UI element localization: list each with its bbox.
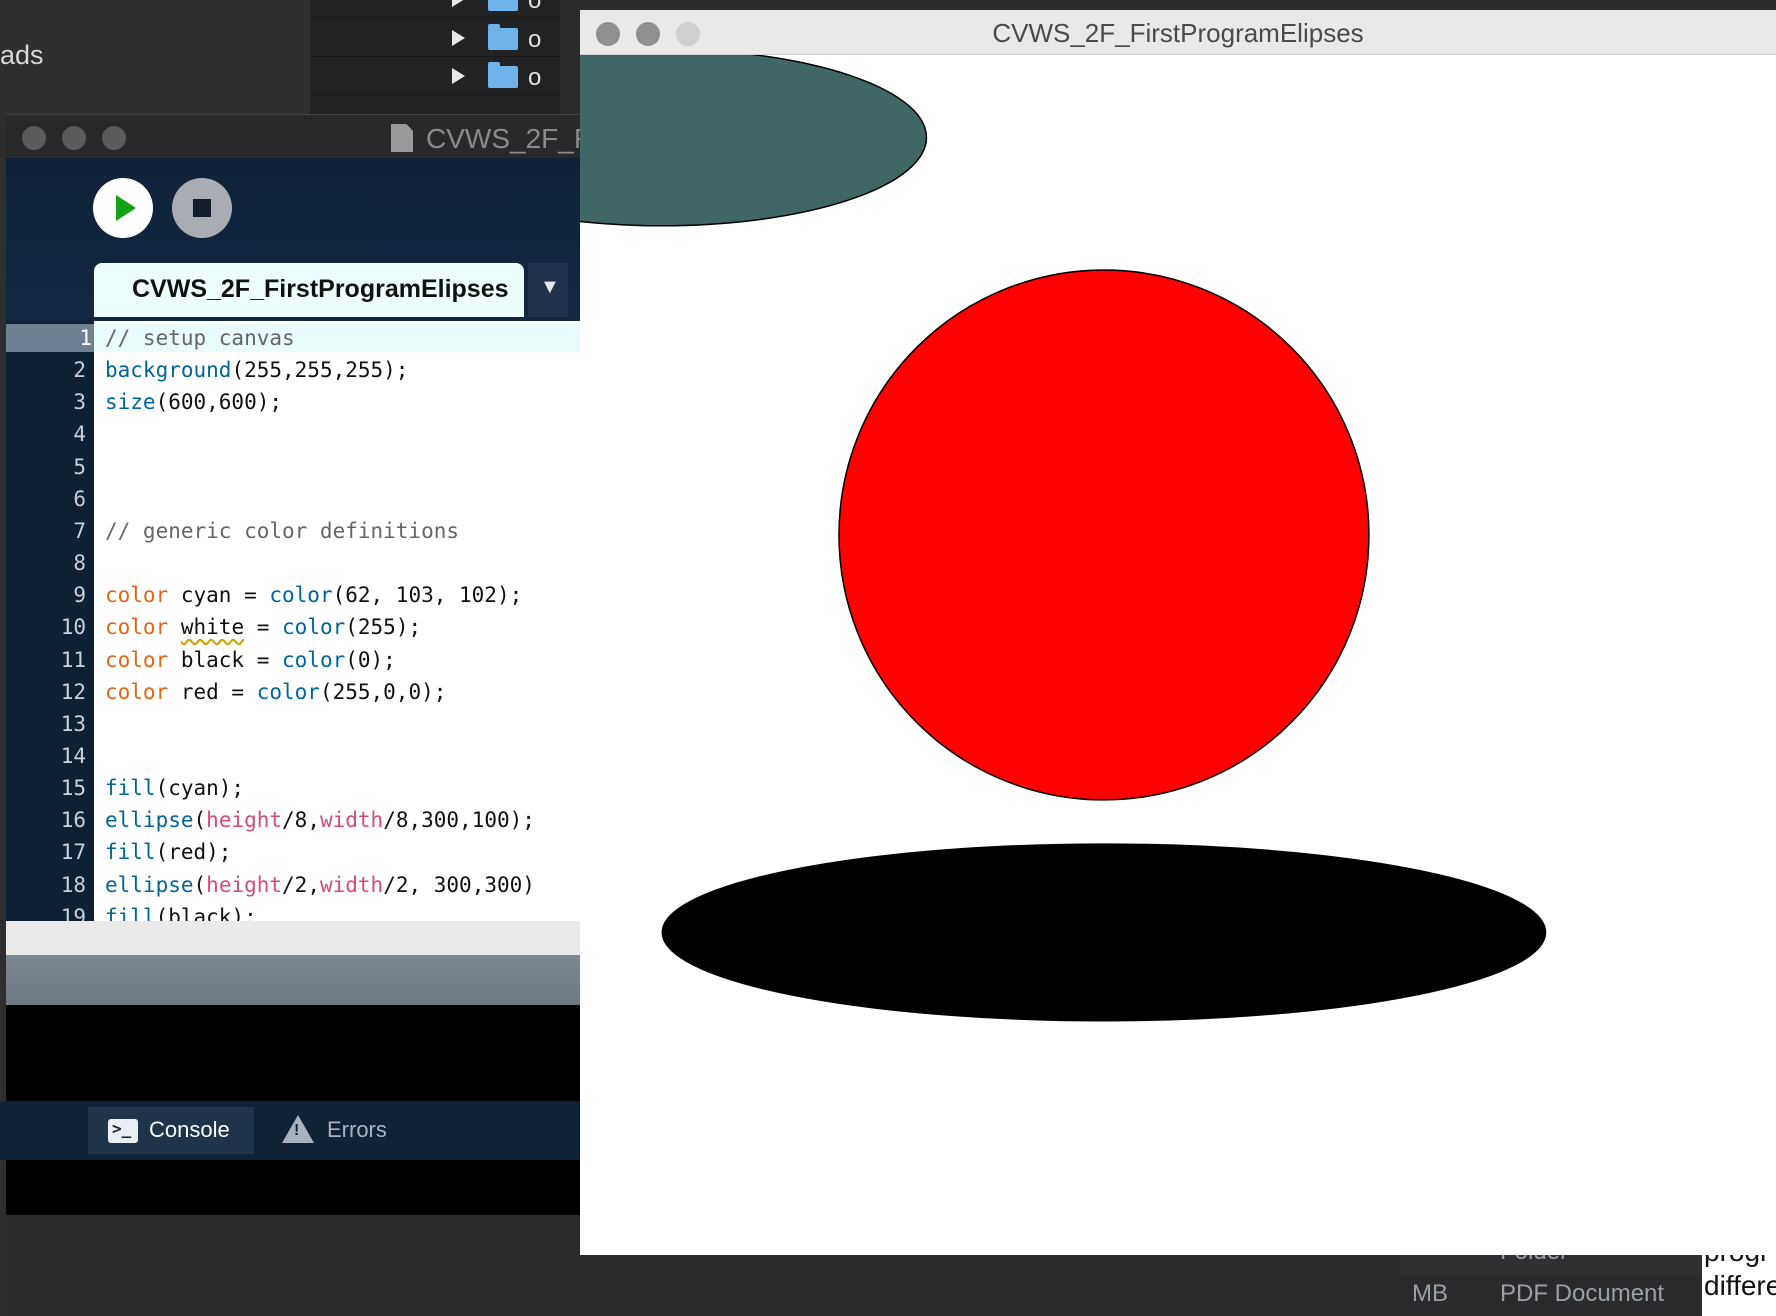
red-circle [838, 269, 1370, 801]
line-number: 13 [60, 711, 86, 736]
line-number: 14 [60, 743, 86, 768]
code-line[interactable]: color cyan = color(62, 103, 102); [105, 581, 522, 609]
disclosure-triangle-icon[interactable] [452, 0, 465, 7]
code-line[interactable]: // setup canvas [105, 324, 295, 352]
finder-sidebar: ads [0, 0, 310, 130]
folder-icon [488, 62, 518, 88]
finder-sidebar-label[interactable]: ads [0, 40, 44, 71]
black-ellipse [661, 843, 1547, 1022]
horizontal-scrollbar[interactable] [6, 921, 580, 955]
sketch-titlebar[interactable]: CVWS_2F_FirstProgramElipses [580, 10, 1776, 55]
sketch-tab-label: CVWS_2F_FirstProgramElipses [132, 275, 509, 303]
folder-name: o [528, 64, 542, 91]
line-number: 8 [73, 551, 86, 576]
line-number: 16 [60, 808, 86, 833]
stop-button[interactable] [172, 178, 232, 238]
code-line[interactable]: color black = color(0); [105, 646, 396, 674]
chevron-down-icon: ▼ [540, 276, 560, 298]
file-size: MB [1412, 1280, 1448, 1307]
folder-name: o [528, 0, 542, 14]
line-number: 18 [60, 872, 86, 897]
line-number: 12 [60, 679, 86, 704]
code-line[interactable]: // generic color definitions [105, 517, 459, 545]
errors-tab[interactable]: ! Errors [260, 1107, 420, 1154]
terminal-icon: >_ [108, 1119, 138, 1143]
line-number: 3 [73, 390, 86, 415]
sketch-window-title: CVWS_2F_FirstProgramElipses [992, 18, 1364, 48]
line-number: 10 [60, 615, 86, 640]
sketch-drawing [580, 55, 1547, 1022]
document-icon [391, 124, 413, 152]
disclosure-triangle-icon[interactable] [452, 30, 465, 46]
editor-titlebar[interactable]: CVWS_2F_Fir [6, 114, 606, 159]
line-number: 6 [73, 486, 86, 511]
finder-file-list: o o o [310, 0, 560, 130]
cyan-ellipse [580, 55, 928, 227]
tab-menu-button[interactable]: ▼ [528, 263, 568, 317]
code-line[interactable]: fill(cyan); [105, 774, 244, 802]
finder-folder-row[interactable]: o [310, 60, 560, 95]
code-line[interactable]: color red = color(255,0,0); [105, 678, 446, 706]
code-line[interactable]: ellipse(height/8,width/8,300,100); [105, 806, 535, 834]
disclosure-triangle-icon[interactable] [452, 68, 465, 84]
folder-name: o [528, 26, 542, 53]
stop-icon [193, 199, 211, 217]
code-line[interactable]: color white = color(255); [105, 613, 421, 641]
zoom-window-button[interactable] [102, 126, 126, 150]
warning-icon: ! [282, 1115, 314, 1143]
minimize-window-button[interactable] [62, 126, 86, 150]
message-area [6, 955, 580, 1005]
line-number: 7 [73, 518, 86, 543]
code-line[interactable]: fill(red); [105, 838, 231, 866]
sketch-tab[interactable]: CVWS_2F_FirstProgramElipses [94, 263, 524, 317]
sketch-canvas[interactable] [580, 55, 1776, 1255]
sketch-output-window: CVWS_2F_FirstProgramElipses [580, 10, 1776, 1255]
line-number: 11 [60, 647, 86, 672]
document-text-line: differe [1704, 1270, 1776, 1301]
line-number: 9 [73, 583, 86, 608]
line-number: 4 [73, 422, 86, 447]
line-number: 5 [73, 454, 86, 479]
play-icon [116, 195, 136, 221]
line-number: 15 [60, 776, 86, 801]
console-tab[interactable]: >_ Console [88, 1107, 254, 1154]
code-line[interactable]: size(600,600); [105, 388, 282, 416]
finder-folder-row[interactable]: o [310, 22, 560, 57]
code-line[interactable]: ellipse(height/2,width/2, 300,300) [105, 871, 535, 899]
line-number: 2 [73, 358, 86, 383]
code-line[interactable]: background(255,255,255); [105, 356, 408, 384]
line-number: 17 [60, 840, 86, 865]
folder-icon [488, 24, 518, 50]
line-number: 1 [6, 324, 94, 352]
finder-folder-row[interactable]: o [310, 0, 560, 18]
close-window-button[interactable] [22, 126, 46, 150]
finder-window: ads o o o [0, 0, 560, 130]
console-tab-label: Console [149, 1117, 230, 1142]
run-button[interactable] [93, 178, 153, 238]
file-kind: PDF Document [1500, 1280, 1665, 1307]
folder-icon [488, 0, 518, 11]
errors-tab-label: Errors [327, 1117, 387, 1142]
